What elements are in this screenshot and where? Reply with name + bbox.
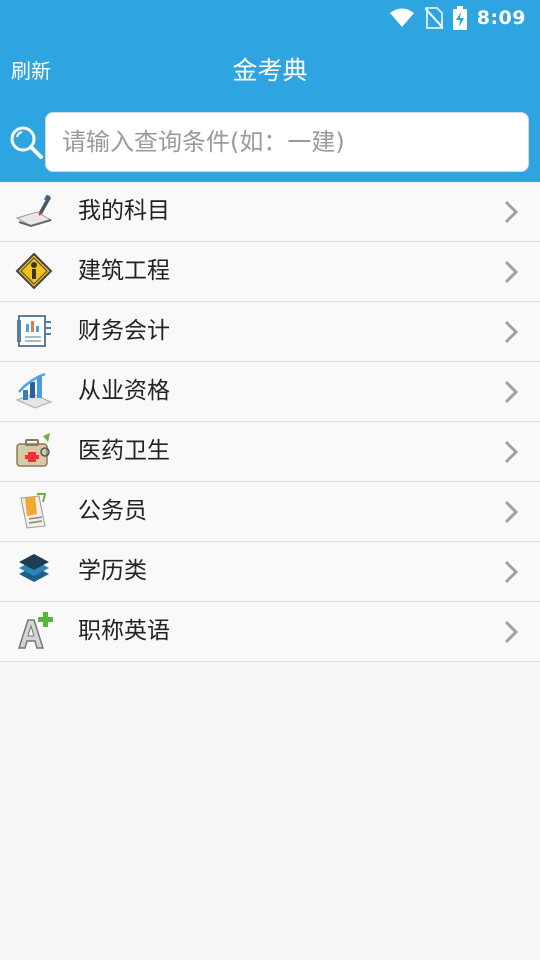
category-item-qualification[interactable]: 从业资格 (0, 362, 540, 422)
medical-kit-icon (16, 433, 50, 467)
chevron-right-icon (504, 320, 518, 344)
status-bar: 8:09 (0, 0, 540, 36)
category-item-medical[interactable]: 医药卫生 (0, 422, 540, 482)
ledger-icon (17, 315, 51, 347)
category-item-education[interactable]: 学历类 (0, 542, 540, 602)
search-icon[interactable] (8, 124, 44, 160)
category-item-my-subjects[interactable]: 我的科目 (0, 182, 540, 242)
wifi-icon (389, 8, 414, 27)
chevron-right-icon (504, 620, 518, 644)
category-label: 我的科目 (78, 198, 170, 224)
category-item-construction[interactable]: 建筑工程 (0, 242, 540, 302)
search-bar (0, 106, 540, 182)
search-input[interactable] (45, 112, 529, 172)
battery-charging-icon (452, 6, 467, 30)
chevron-right-icon (504, 440, 518, 464)
no-sim-icon (424, 7, 443, 29)
document-icon (20, 493, 47, 529)
layers-icon (19, 554, 49, 582)
category-label: 医药卫生 (78, 438, 170, 464)
category-label: 学历类 (78, 558, 147, 584)
chevron-right-icon (504, 380, 518, 404)
chevron-right-icon (504, 260, 518, 284)
status-time: 8:09 (476, 7, 526, 29)
category-item-civil-servant[interactable]: 公务员 (0, 482, 540, 542)
pencil-paper-icon (15, 194, 53, 228)
category-item-english[interactable]: 职称英语 (0, 602, 540, 662)
chevron-right-icon (504, 500, 518, 524)
chevron-right-icon (504, 560, 518, 584)
letter-a-plus-icon (17, 612, 53, 649)
category-label: 公务员 (78, 498, 147, 524)
category-item-finance[interactable]: 财务会计 (0, 302, 540, 362)
category-label: 从业资格 (78, 378, 170, 404)
chevron-right-icon (504, 200, 518, 224)
app-bar: 刷新 金考典 (0, 36, 540, 106)
category-label: 职称英语 (78, 618, 170, 644)
bar-chart-icon (15, 372, 53, 409)
category-label: 财务会计 (78, 318, 170, 344)
construction-sign-icon (15, 252, 53, 290)
category-label: 建筑工程 (78, 258, 170, 284)
app-title: 金考典 (232, 56, 308, 85)
category-list: 我的科目 建筑工程 财务会计 (0, 182, 540, 662)
